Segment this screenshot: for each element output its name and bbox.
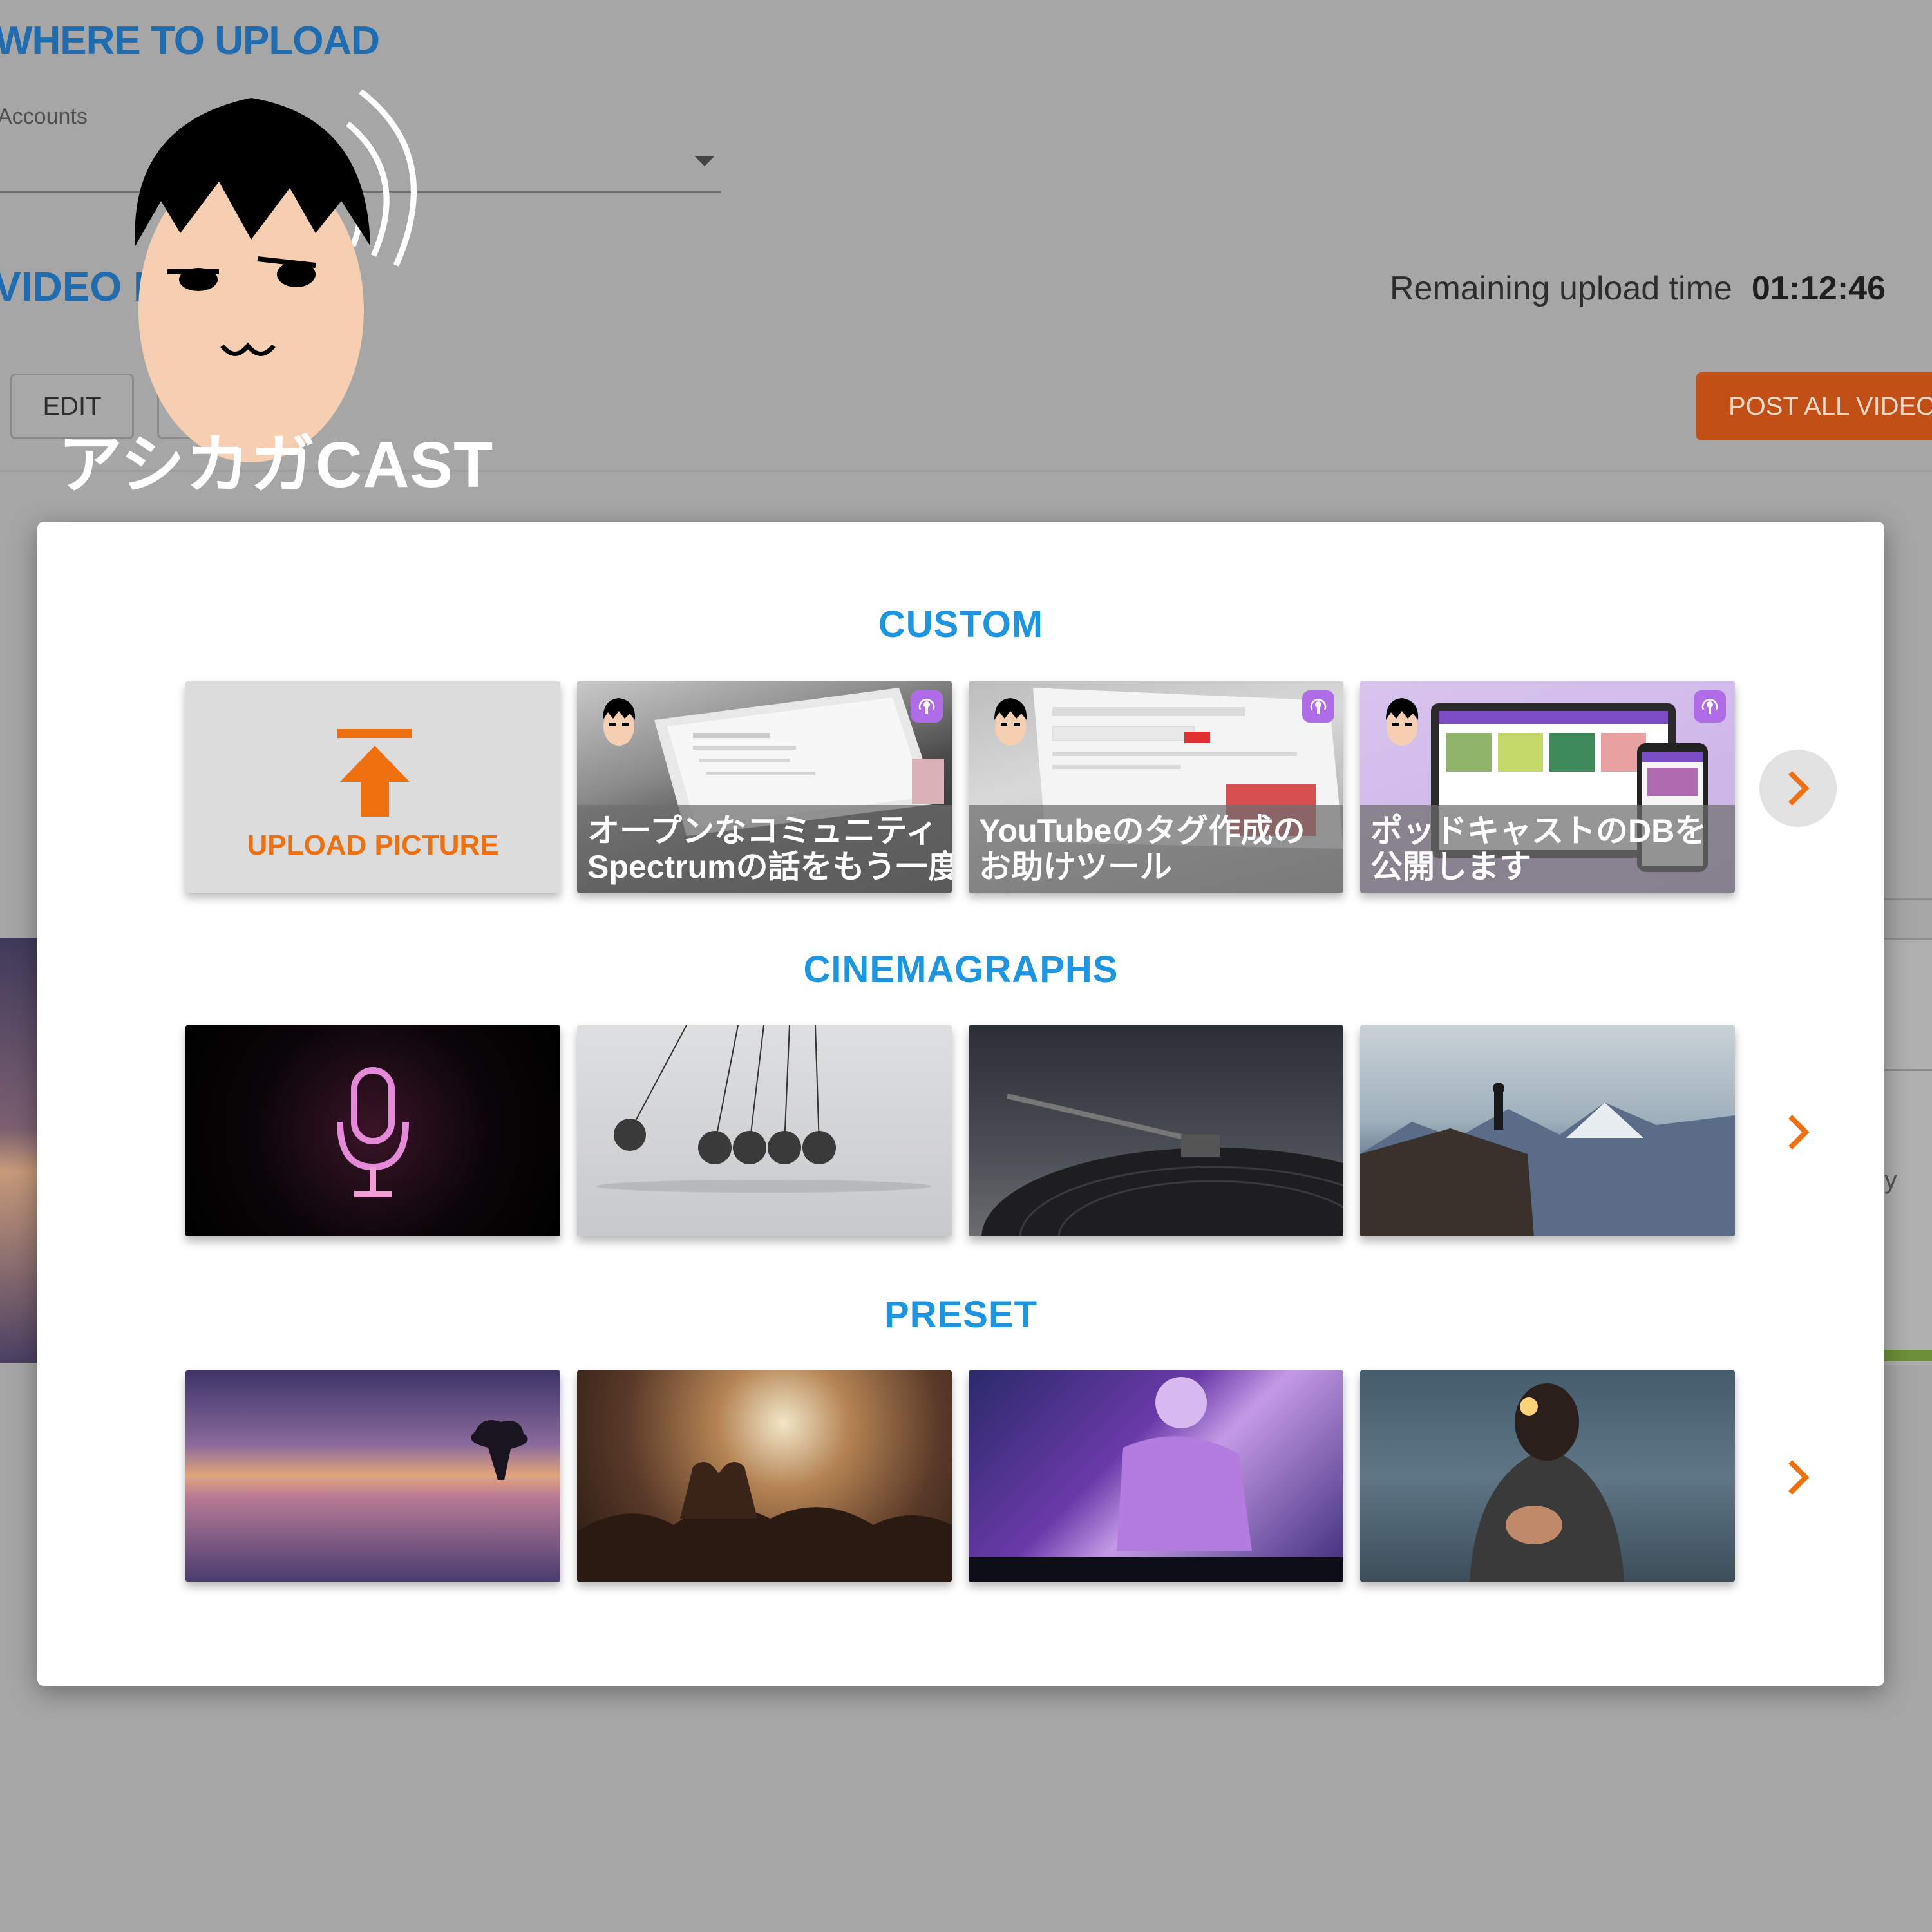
crowd-image xyxy=(577,1462,952,1582)
cinemagraph-vinyl-turntable[interactable] xyxy=(969,1025,1343,1236)
preset-next-button[interactable] xyxy=(1759,1439,1837,1516)
caption-line-2: お助けツール xyxy=(979,849,1172,885)
preset-sparkler[interactable] xyxy=(1360,1370,1735,1582)
thumb-caption: YouTubeのタグ作成の お助けツール xyxy=(969,805,1343,893)
background-picker-modal: CUSTOM UPLOAD PICTURE オープンなコミュニティ Spectr… xyxy=(37,522,1884,1686)
avatar xyxy=(1386,698,1419,746)
preset-section-title: PRESET xyxy=(884,1294,1038,1336)
chevron-right-icon xyxy=(1788,1460,1810,1495)
upload-picture-tile[interactable]: UPLOAD PICTURE xyxy=(185,681,560,893)
podcast-icon xyxy=(1694,690,1726,723)
chevron-right-icon xyxy=(1788,1115,1810,1150)
progress-bar xyxy=(1884,1350,1932,1361)
custom-next-button[interactable] xyxy=(1759,750,1837,827)
podcast-icon xyxy=(1302,690,1334,723)
newtons-cradle-image xyxy=(596,1025,931,1193)
preset-concert-crowd[interactable] xyxy=(577,1370,952,1582)
remaining-upload-label: Remaining upload time xyxy=(1389,270,1732,307)
custom-section-title: CUSTOM xyxy=(878,603,1044,645)
caption-line-1: ポッドキャストのDBを xyxy=(1370,813,1707,849)
avatar xyxy=(603,698,636,746)
sparkler-image xyxy=(1470,1383,1624,1582)
remaining-upload-value: 01:12:46 xyxy=(1751,270,1886,307)
preset-row xyxy=(185,1370,1744,1583)
microphone-icon xyxy=(337,1067,409,1197)
video-settings-panel xyxy=(1884,938,1932,1365)
thumb-caption: オープンなコミュニティ Spectrumの話をもう一度 xyxy=(577,805,952,893)
where-to-upload-title: WHERE TO UPLOAD xyxy=(0,19,380,63)
preset-sunset-lake[interactable] xyxy=(185,1370,560,1582)
custom-row: UPLOAD PICTURE オープンなコミュニティ Spectrumの話をもう… xyxy=(185,681,1744,894)
avatar xyxy=(994,698,1027,746)
cinemagraphs-next-button[interactable] xyxy=(1759,1094,1837,1171)
tree-silhouette xyxy=(185,1420,560,1480)
dj-image xyxy=(969,1377,1343,1582)
thumb-caption: ポッドキャストのDBを 公開します xyxy=(1360,805,1735,893)
partial-field-text: y xyxy=(1884,1166,1897,1194)
custom-thumb-youtube-tags[interactable]: YouTubeのタグ作成の お助けツール xyxy=(969,681,1343,893)
caption-line-1: オープンなコミュニティ xyxy=(587,813,938,849)
mountain-image xyxy=(1360,1083,1735,1236)
cinemagraphs-section-title: CINEMAGRAPHS xyxy=(803,949,1119,990)
preset-galaxy-dj[interactable] xyxy=(969,1370,1343,1582)
post-all-videos-button[interactable]: POST ALL VIDEOS xyxy=(1696,372,1932,440)
chevron-right-icon xyxy=(1788,771,1810,806)
chevron-down-icon[interactable] xyxy=(694,156,715,166)
turntable-image xyxy=(981,1094,1343,1236)
caption-line-2: Spectrumの話をもう一度 xyxy=(587,849,952,885)
cinemagraph-hiker-mountain[interactable] xyxy=(1360,1025,1735,1236)
podcast-icon xyxy=(911,690,943,723)
remaining-upload-time: Remaining upload time 01:12:46 xyxy=(1390,269,1886,308)
caption-line-2: 公開します xyxy=(1370,849,1531,885)
cinemagraphs-row xyxy=(185,1025,1744,1238)
custom-thumb-podcast-db[interactable]: ポッドキャストのDBを 公開します xyxy=(1360,681,1735,893)
field-underline xyxy=(1884,1069,1932,1071)
upload-arrow-icon xyxy=(337,729,412,817)
divider xyxy=(1884,898,1932,900)
caption-line-1: YouTubeのタグ作成の xyxy=(979,813,1305,849)
cinemagraph-newtons-cradle[interactable] xyxy=(577,1025,952,1236)
upload-picture-label: UPLOAD PICTURE xyxy=(247,829,499,861)
video-thumbnail[interactable] xyxy=(0,938,39,1363)
cinemagraph-neon-microphone[interactable] xyxy=(185,1025,560,1236)
brand-name: アシカガCAST xyxy=(58,429,494,501)
custom-thumb-spectrum[interactable]: オープンなコミュニティ Spectrumの話をもう一度 xyxy=(577,681,952,893)
